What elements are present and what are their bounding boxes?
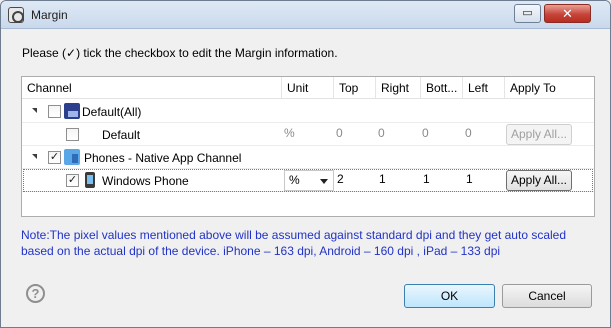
close-button[interactable]: ✕ bbox=[544, 4, 591, 23]
column-header-bottom[interactable]: Bott... bbox=[420, 77, 462, 98]
help-icon[interactable]: ? bbox=[26, 284, 45, 303]
ok-button[interactable]: OK bbox=[404, 284, 495, 308]
restore-button[interactable]: ▭ bbox=[514, 4, 541, 23]
channel-label: Phones - Native App Channel bbox=[84, 151, 242, 165]
expand-arrow-icon[interactable] bbox=[32, 154, 40, 162]
top-input[interactable]: 2 bbox=[334, 170, 375, 191]
top-value: 0 bbox=[336, 126, 343, 140]
window-title: Margin bbox=[31, 8, 68, 22]
channel-label: Default bbox=[102, 128, 141, 142]
column-header-unit[interactable]: Unit bbox=[281, 77, 333, 98]
expand-arrow-icon[interactable] bbox=[32, 108, 40, 116]
instruction-text: Please (✓) tick the checkbox to edit the… bbox=[22, 46, 338, 60]
column-header-channel[interactable]: Channel bbox=[22, 77, 281, 98]
dpi-note: Note:The pixel values mentioned above wi… bbox=[21, 228, 567, 258]
right-value: 0 bbox=[378, 126, 385, 140]
default-channel-icon bbox=[64, 103, 80, 119]
title-bar: Margin ▭ ✕ bbox=[1, 1, 610, 29]
bottom-value: 0 bbox=[422, 126, 429, 140]
checkbox-windows-phone[interactable]: ✓ bbox=[66, 174, 79, 187]
apply-all-button-default: Apply All... bbox=[506, 124, 572, 145]
bottom-input[interactable]: 1 bbox=[420, 170, 462, 191]
tree-row-default-all[interactable]: Default(All) bbox=[22, 100, 594, 123]
app-icon bbox=[8, 7, 24, 23]
channel-label: Windows Phone bbox=[102, 174, 189, 188]
tree-row-default[interactable]: Default % 0 0 0 0 Apply All... bbox=[22, 123, 594, 146]
unit-dropdown[interactable]: % bbox=[284, 170, 334, 191]
apply-all-button-windows-phone[interactable]: Apply All... bbox=[506, 170, 572, 191]
phones-channel-icon bbox=[64, 149, 80, 165]
margin-dialog: Margin ▭ ✕ Please (✓) tick the checkbox … bbox=[0, 0, 611, 328]
unit-value: % bbox=[284, 126, 295, 140]
left-input[interactable]: 1 bbox=[463, 170, 504, 191]
tree-row-windows-phone[interactable]: ✓ Windows Phone % 2 1 1 1 Apply All... bbox=[22, 169, 594, 192]
column-header-top[interactable]: Top bbox=[333, 77, 375, 98]
channel-label: Default(All) bbox=[82, 105, 142, 119]
right-input[interactable]: 1 bbox=[376, 170, 420, 191]
checkbox-default-all[interactable] bbox=[48, 105, 61, 118]
column-header-right[interactable]: Right bbox=[375, 77, 420, 98]
checkbox-default[interactable] bbox=[66, 128, 79, 141]
column-header-left[interactable]: Left bbox=[462, 77, 504, 98]
chevron-down-icon bbox=[320, 179, 328, 184]
margin-tree-table[interactable]: Channel Unit Top Right Bott... Left Appl… bbox=[21, 76, 595, 217]
cancel-button[interactable]: Cancel bbox=[502, 284, 592, 308]
windows-phone-icon bbox=[85, 172, 95, 188]
unit-dropdown-value: % bbox=[289, 173, 300, 187]
column-header-apply-to[interactable]: Apply To bbox=[504, 77, 594, 98]
tree-row-phones[interactable]: ✓ Phones - Native App Channel bbox=[22, 146, 594, 169]
table-header: Channel Unit Top Right Bott... Left Appl… bbox=[22, 77, 594, 99]
left-value: 0 bbox=[465, 126, 472, 140]
checkbox-phones[interactable]: ✓ bbox=[48, 151, 61, 164]
